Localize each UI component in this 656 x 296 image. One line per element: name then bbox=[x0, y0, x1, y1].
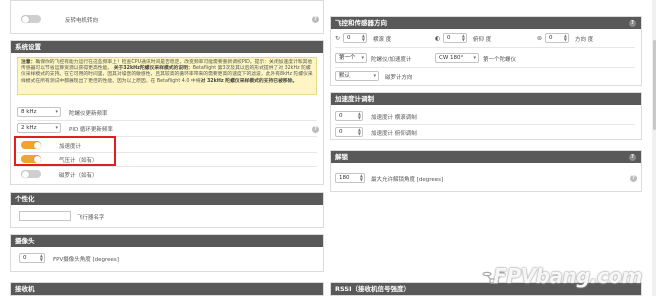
highlight-box bbox=[14, 136, 116, 166]
pitch-value: 0 bbox=[447, 35, 451, 41]
arming-header: 解锁 ? bbox=[331, 151, 641, 163]
chevron-down-icon: ▾ bbox=[361, 55, 364, 61]
pitch-label: 俯仰 度 bbox=[473, 37, 492, 43]
help-icon[interactable]: ? bbox=[629, 19, 636, 27]
divider bbox=[335, 124, 635, 125]
reverse-motor-panel: 反转电机转向 ? bbox=[10, 0, 324, 34]
system-config-note: 注意：确保你的飞控有能力运行在这些频率上！检查CPU通讯时间是否稳定。改变频率可… bbox=[17, 57, 317, 95]
divider bbox=[17, 166, 317, 167]
board-alignment-header: 飞控和传感器方向 ? bbox=[331, 17, 641, 29]
yaw-icon: ⊚ bbox=[537, 35, 543, 42]
arming-panel: 解锁 ? 180 ▲ ▼ 最大允许解锁角度 [degrees] ? bbox=[330, 150, 642, 192]
camera-header: 摄像头 bbox=[11, 235, 323, 247]
pid-frequency-label: PID 循环更新频率 bbox=[69, 127, 113, 133]
max-arming-angle-label: 最大允许解锁角度 [degrees] bbox=[371, 177, 444, 183]
max-arming-angle-value: 180 bbox=[339, 175, 350, 181]
camera-panel: 摄像头 0 ▲ ▼ FPV摄像头角度 [degrees] bbox=[10, 234, 324, 272]
receiver-header: 接收机 bbox=[11, 283, 323, 295]
first-gyro-value: 第一个 bbox=[339, 55, 356, 61]
fpv-angle-label: FPV摄像头角度 [degrees] bbox=[53, 257, 119, 263]
gyro-alignment-label: 第一个陀螺仪 bbox=[483, 57, 517, 63]
note-bold-2: 对 32kHz 陀螺仪采样模式的支持已被移除。 bbox=[200, 78, 298, 84]
divider bbox=[17, 120, 317, 121]
accel-trim-panel: 加速度计调制 0 ▲ ▼ 加速度计 横滚调制 0 ▲ ▼ 加速度计 俯仰调制 bbox=[330, 92, 642, 140]
pitch-trim-input[interactable]: 0 ▲ ▼ bbox=[335, 127, 363, 137]
gyro-frequency-select[interactable]: 8 kHz ▾ bbox=[17, 107, 61, 117]
spinner-icon[interactable]: ▲ ▼ bbox=[358, 128, 361, 136]
gyro-alignment-value: CW 180° bbox=[439, 55, 464, 61]
magnetometer-toggle[interactable] bbox=[21, 170, 41, 178]
magnetometer-label: 磁罗计（如有） bbox=[59, 173, 98, 179]
board-alignment-title: 飞控和传感器方向 bbox=[335, 19, 387, 27]
pitch-icon: ◐ bbox=[435, 35, 441, 42]
spinner-icon[interactable]: ▲ ▼ bbox=[358, 112, 361, 120]
spinner-icon[interactable]: ▲ ▼ bbox=[462, 34, 465, 42]
note-prefix: 注意： bbox=[21, 60, 36, 65]
note-bold: 关于32kHz陀螺仪采样模式的说明： bbox=[113, 66, 193, 72]
system-config-header: 系统设置 bbox=[11, 41, 323, 53]
mag-alignment-label: 磁罗计方向 bbox=[385, 75, 413, 81]
watermark-text: FPVbang.com bbox=[493, 264, 642, 288]
fpv-angle-input[interactable]: 0 ▲ ▼ bbox=[19, 253, 45, 263]
arming-title: 解锁 bbox=[335, 153, 348, 161]
personalization-header: 个性化 bbox=[11, 193, 323, 205]
pid-frequency-value: 2 kHz bbox=[21, 125, 37, 131]
gyro-frequency-label: 陀螺仪更新频率 bbox=[69, 111, 108, 117]
reverse-motor-label: 反转电机转向 bbox=[65, 18, 99, 24]
first-gyro-label: 陀螺仪/加速度计 bbox=[371, 57, 412, 63]
pitch-input[interactable]: 0 ▲ ▼ bbox=[443, 33, 467, 43]
system-config-title: 系统设置 bbox=[15, 43, 41, 51]
divider bbox=[335, 47, 635, 48]
mag-alignment-select[interactable]: 默认 ▾ bbox=[335, 71, 379, 81]
roll-label: 横滚 度 bbox=[373, 37, 392, 43]
reverse-motor-toggle[interactable] bbox=[21, 15, 41, 23]
chevron-down-icon: ▾ bbox=[473, 55, 476, 61]
gyro-frequency-value: 8 kHz bbox=[21, 109, 37, 115]
roll-icon: ↻ bbox=[335, 35, 341, 42]
roll-trim-value: 0 bbox=[339, 113, 343, 119]
scrollbar[interactable] bbox=[652, 0, 656, 296]
receiver-panel: 接收机 bbox=[10, 282, 324, 296]
spinner-icon[interactable]: ▲ ▼ bbox=[362, 34, 365, 42]
chevron-down-icon: ▾ bbox=[373, 73, 376, 79]
personalization-title: 个性化 bbox=[15, 195, 35, 203]
yaw-label: 方向 度 bbox=[575, 37, 594, 43]
spinner-icon[interactable]: ▲ ▼ bbox=[564, 34, 567, 42]
pitch-trim-value: 0 bbox=[339, 129, 343, 135]
yaw-input[interactable]: 0 ▲ ▼ bbox=[545, 33, 569, 43]
mag-alignment-value: 默认 bbox=[339, 73, 351, 79]
pitch-trim-label: 加速度计 俯仰调制 bbox=[371, 131, 417, 137]
divider bbox=[335, 67, 635, 68]
board-alignment-panel: 飞控和传感器方向 ? ↻ 0 ▲ ▼ 横滚 度 ◐ 0 ▲ ▼ 俯仰 度 ⊚ 0 ▲ ▼ 方… bbox=[330, 16, 642, 86]
craft-name-input[interactable] bbox=[19, 211, 71, 221]
chevron-down-icon: ▾ bbox=[55, 125, 58, 131]
spinner-icon[interactable]: ▲ ▼ bbox=[360, 174, 363, 182]
yaw-value: 0 bbox=[549, 35, 553, 41]
fpv-angle-value: 0 bbox=[23, 255, 27, 261]
roll-value: 0 bbox=[347, 35, 351, 41]
pid-frequency-select[interactable]: 2 kHz ▾ bbox=[17, 123, 61, 133]
roll-input[interactable]: 0 ▲ ▼ bbox=[343, 33, 367, 43]
spinner-icon[interactable]: ▲ ▼ bbox=[40, 254, 43, 262]
help-icon[interactable]: ? bbox=[312, 126, 319, 133]
first-gyro-select[interactable]: 第一个 ▾ bbox=[335, 53, 367, 63]
camera-title: 摄像头 bbox=[15, 237, 35, 245]
max-arming-angle-input[interactable]: 180 ▲ ▼ bbox=[335, 173, 365, 183]
accel-trim-header: 加速度计调制 bbox=[331, 93, 641, 105]
roll-trim-input[interactable]: 0 ▲ ▼ bbox=[335, 111, 363, 121]
receiver-title: 接收机 bbox=[15, 285, 35, 293]
accel-trim-title: 加速度计调制 bbox=[335, 95, 374, 103]
craft-name-label: 飞行器名字 bbox=[77, 215, 105, 221]
help-icon[interactable]: ? bbox=[629, 153, 636, 161]
roll-trim-label: 加速度计 横滚调制 bbox=[371, 115, 417, 121]
help-icon[interactable]: ? bbox=[312, 16, 319, 23]
help-icon[interactable]: ? bbox=[630, 175, 637, 182]
gyro-alignment-select[interactable]: CW 180° ▾ bbox=[435, 53, 479, 63]
rssi-title: RSSI（接收机信号强度） bbox=[335, 285, 410, 293]
chevron-down-icon: ▾ bbox=[55, 109, 58, 115]
personalization-panel: 个性化 飞行器名字 bbox=[10, 192, 324, 228]
